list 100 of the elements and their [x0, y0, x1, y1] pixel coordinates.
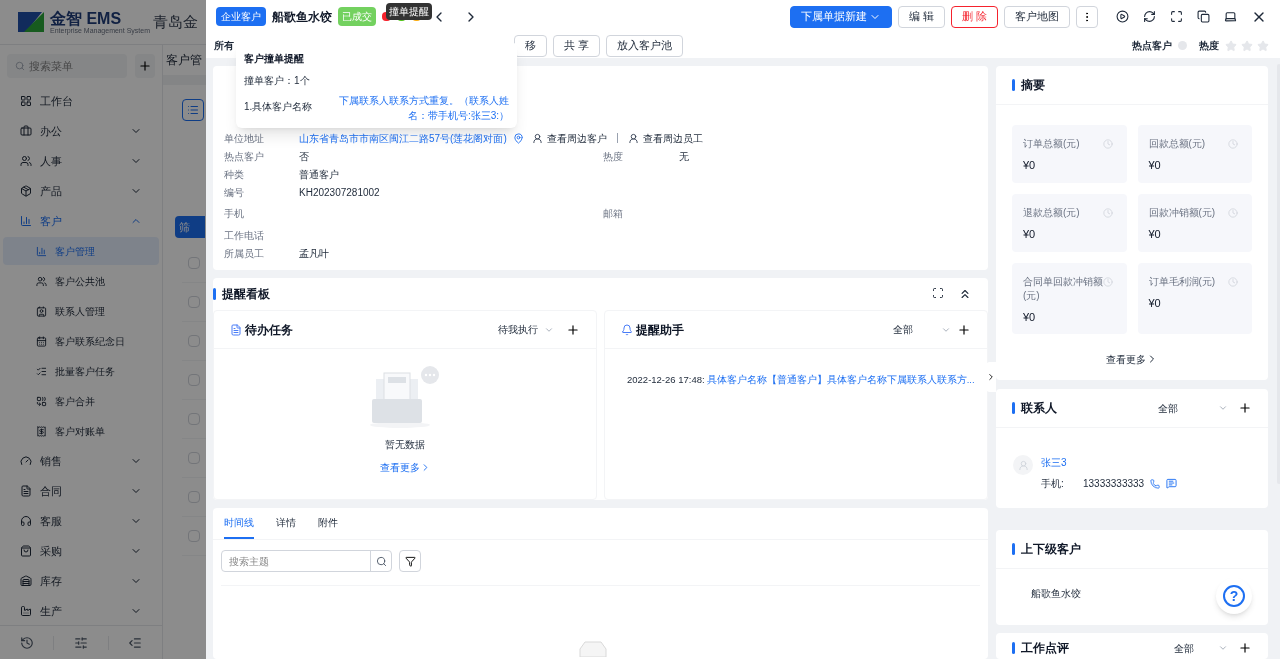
menu-item[interactable]: 产品	[0, 176, 162, 206]
stat-value: ¥0	[1023, 310, 1037, 325]
filter-select[interactable]: 全部	[1174, 640, 1228, 656]
row-checkbox[interactable]	[188, 452, 200, 464]
add-icon[interactable]	[1238, 401, 1252, 415]
tab[interactable]: 时间线	[224, 515, 254, 539]
submenu-item[interactable]: 联系人管理	[3, 297, 159, 325]
popover-count: 撞单客户：1个	[244, 74, 311, 88]
nearby-staff-link[interactable]: 查看周边员工	[642, 130, 703, 146]
view-more-link[interactable]: 查看更多	[379, 460, 431, 475]
fullscreen-icon[interactable]	[1170, 10, 1183, 23]
filter-select[interactable]: 全部	[1158, 400, 1228, 416]
search-icon[interactable]	[375, 555, 387, 567]
heat-stars[interactable]	[1225, 39, 1269, 52]
submenu-item[interactable]: 客户合并	[3, 387, 159, 415]
panel-collapse-handle[interactable]	[986, 362, 996, 392]
submenu-icon	[36, 365, 47, 377]
history-icon[interactable]	[19, 635, 34, 650]
action-button[interactable]: 客户地图	[1004, 5, 1070, 28]
address-link[interactable]: 山东省青岛市市南区闽江二路57号(莲花阁对面)	[299, 130, 507, 146]
row-checkbox[interactable]	[188, 530, 200, 542]
menu-item[interactable]: 办公	[0, 116, 162, 146]
menu-item[interactable]: 库存	[0, 566, 162, 596]
panel-title: 待办任务	[245, 321, 294, 339]
board-title: 提醒看板	[222, 286, 270, 303]
chevron-icon	[1218, 643, 1228, 653]
nearby-customers-link[interactable]: 查看周边客户	[546, 130, 607, 146]
submenu-item[interactable]: 客户公共池	[3, 267, 159, 295]
sliders-icon[interactable]	[74, 635, 88, 650]
contact-name-link[interactable]: 张三3	[1041, 455, 1178, 470]
search-input[interactable]: 搜索主题	[222, 553, 370, 569]
add-icon[interactable]	[957, 322, 971, 337]
menu-item[interactable]: 采购	[0, 536, 162, 566]
filter-button[interactable]	[399, 550, 421, 572]
submenu-item[interactable]: 批量客户任务	[3, 357, 159, 385]
phone-icon[interactable]	[1150, 478, 1161, 489]
list-view-button[interactable]	[182, 99, 204, 121]
stat-label: 退款总额(元)	[1023, 206, 1081, 220]
collapse-menu-icon[interactable]	[128, 635, 143, 650]
search-icon	[15, 60, 25, 72]
field-value: KH202307281002	[299, 186, 380, 198]
toolbar-button[interactable]: 移	[514, 34, 547, 57]
location-icon[interactable]	[512, 132, 524, 144]
reminder-link[interactable]: 具体客户名称【普通客户】具体客户名称下属联系人联系方...	[706, 373, 975, 388]
menu-item[interactable]: 销售	[0, 446, 162, 476]
refresh-icon[interactable]	[1143, 10, 1156, 23]
submenu-item[interactable]: 客户管理	[3, 237, 159, 265]
company-name: 青岛金	[153, 11, 198, 32]
clock-icon	[1228, 208, 1238, 218]
menu-item[interactable]: 人事	[0, 146, 162, 176]
action-button[interactable]: 下属单据新建	[789, 5, 892, 28]
row-checkbox[interactable]	[188, 491, 200, 503]
field-label: 单位地址	[224, 131, 265, 146]
row-checkbox[interactable]	[188, 335, 200, 347]
menu-item[interactable]: 工作台	[0, 86, 162, 116]
field-label: 种类	[224, 167, 245, 182]
empty-text: 暂无数据	[385, 438, 425, 452]
toolbar-button[interactable]: 放入客户池	[606, 34, 684, 57]
action-button[interactable]: 删 除	[950, 5, 998, 28]
stat-value: ¥0	[1148, 296, 1162, 311]
menu-item[interactable]: 客服	[0, 506, 162, 536]
filter-select[interactable]: 待我执行	[498, 322, 554, 337]
summary-title: 摘要	[1021, 77, 1045, 94]
submenu-item[interactable]: 客户联系纪念日	[3, 327, 159, 355]
related-customer[interactable]: 船歌鱼水饺	[1031, 586, 1081, 601]
search-input[interactable]: 搜索菜单	[29, 57, 119, 75]
fullscreen-icon[interactable]	[932, 287, 944, 299]
logo-icon	[16, 10, 46, 34]
row-checkbox[interactable]	[188, 257, 200, 269]
plus-icon	[138, 59, 152, 73]
page-title: 客户管	[166, 52, 202, 69]
submenu-icon	[36, 395, 47, 407]
add-button[interactable]	[135, 54, 155, 78]
copy-icon[interactable]	[1197, 10, 1210, 23]
collapse-icon[interactable]	[958, 287, 972, 301]
menu-item[interactable]: 生产	[0, 596, 162, 625]
row-checkbox[interactable]	[188, 413, 200, 425]
menu-search-field[interactable]: 搜索菜单	[7, 54, 127, 78]
owner-label: 所有	[214, 39, 234, 53]
message-icon[interactable]	[1166, 478, 1178, 489]
row-checkbox[interactable]	[188, 374, 200, 386]
submenu-icon	[36, 245, 47, 257]
filter-select[interactable]: 全部	[893, 322, 951, 337]
add-icon[interactable]	[1238, 641, 1252, 655]
menu-item[interactable]: 客户	[0, 206, 162, 236]
add-icon[interactable]	[566, 322, 580, 337]
stat-label: 订单总额(元)	[1023, 137, 1081, 151]
toolbar-button[interactable]: 共 享	[553, 34, 601, 57]
view-more-link[interactable]: 查看更多	[1106, 351, 1158, 367]
row-checkbox[interactable]	[188, 296, 200, 308]
laptop-icon[interactable]	[1224, 10, 1237, 23]
tab[interactable]: 附件	[318, 515, 338, 539]
play-icon[interactable]	[1116, 10, 1129, 23]
action-button[interactable]: 编 辑	[897, 5, 945, 28]
menu-item[interactable]: 合同	[0, 476, 162, 506]
popover-title: 客户撞单提醒	[244, 52, 305, 66]
submenu-item[interactable]: 客户对账单	[3, 417, 159, 445]
tab[interactable]: 详情	[276, 515, 296, 539]
filter-button[interactable]: 筛	[175, 216, 205, 238]
topic-search-field[interactable]: 搜索主题	[221, 550, 392, 572]
